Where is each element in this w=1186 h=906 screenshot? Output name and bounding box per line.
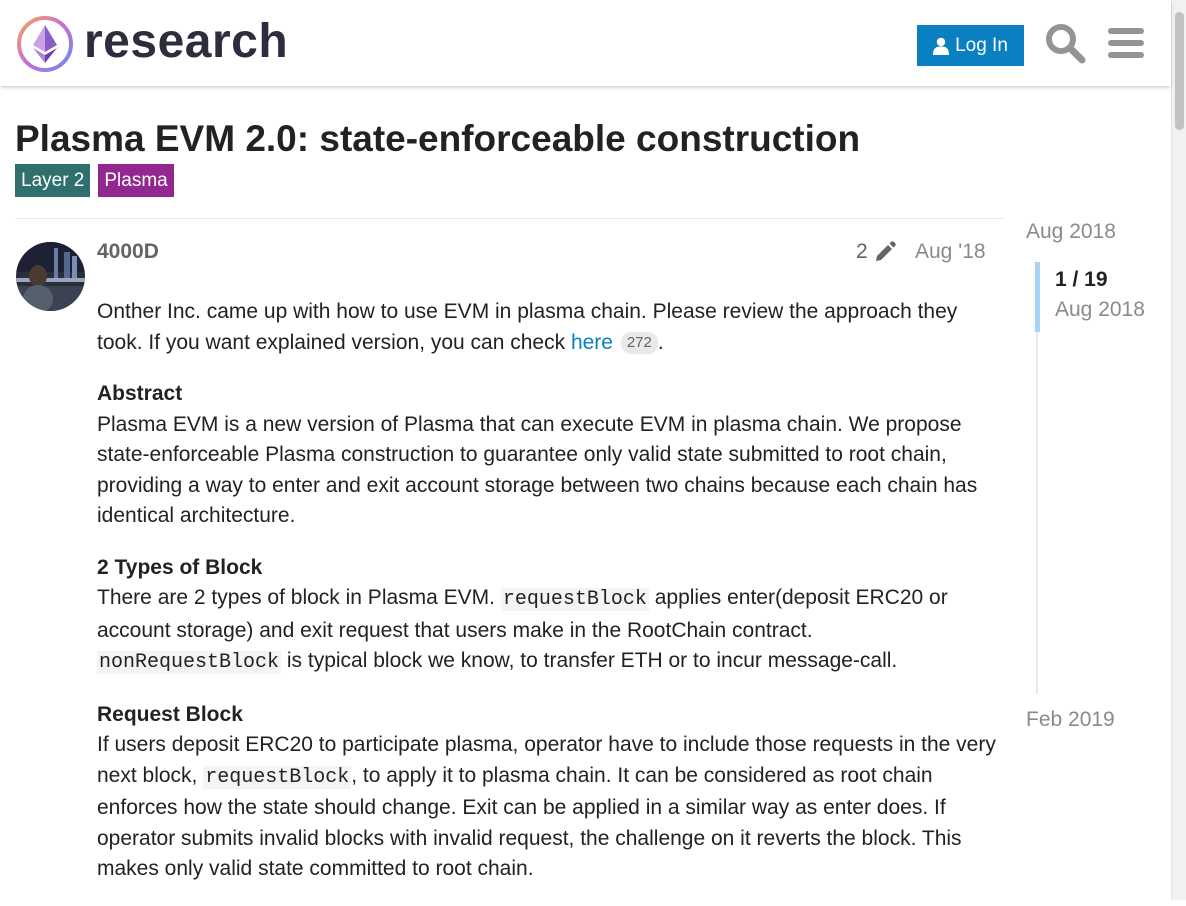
code-request-block: requestBlock [500,588,649,611]
tag-plasma[interactable]: Plasma [98,164,174,197]
timeline-position: 1 / 19 [1055,268,1108,291]
page-scrollbar[interactable] [1171,0,1186,900]
request-block-heading: Request Block [97,702,243,726]
pencil-icon [875,241,896,261]
post-author[interactable]: 4000D [97,240,159,264]
explained-version-link[interactable]: here [571,331,613,354]
request-block-section: Request Block If users deposit ERC20 to … [97,700,997,885]
block-types-section: 2 Types of Block There are 2 types of bl… [97,553,997,679]
link-click-count: 272 [620,331,658,354]
abstract-text: Plasma EVM is a new version of Plasma th… [97,412,978,528]
timeline-handle[interactable] [1035,262,1040,332]
code-non-request-block: nonRequestBlock [97,651,282,674]
intro-paragraph: Onther Inc. came up with how to use EVM … [97,297,997,358]
intro-text: Onther Inc. came up with how to use EVM … [97,300,958,354]
ethereum-logo-icon[interactable] [16,15,74,73]
timeline-start-date[interactable]: Aug 2018 [1026,220,1116,244]
block-types-text-1: There are 2 types of block in Plasma EVM… [97,586,501,609]
title-divider [15,218,1004,219]
code-request-block-2: requestBlock [203,765,352,789]
search-icon[interactable] [1044,22,1086,64]
edit-history[interactable]: 2 [856,240,896,264]
tag-layer-2[interactable]: Layer 2 [15,164,91,197]
block-types-heading: 2 Types of Block [97,555,263,579]
topic-title[interactable]: Plasma EVM 2.0: state-enforceable constr… [15,118,860,160]
hamburger-menu-icon[interactable] [1105,22,1147,64]
topic-tags: Layer 2 Plasma [15,164,174,197]
site-name[interactable]: research [84,14,288,69]
block-types-text-3: is typical block we know, to transfer ET… [281,649,898,672]
avatar-image [16,242,85,311]
edit-count: 2 [856,240,868,263]
login-button[interactable]: Log In [917,25,1024,66]
timeline-end-date[interactable]: Feb 2019 [1026,708,1115,732]
timeline-current-date: Aug 2018 [1055,298,1145,321]
abstract-section: Abstract Plasma EVM is a new version of … [97,379,997,532]
scrollbar-thumb[interactable] [1175,12,1184,130]
user-icon [933,37,950,55]
login-button-label: Log In [955,34,1008,56]
site-header: research Log In [0,0,1171,86]
abstract-heading: Abstract [97,382,183,405]
post-content: Onther Inc. came up with how to use EVM … [97,297,997,906]
post-date[interactable]: Aug '18 [915,240,986,264]
avatar[interactable] [16,242,85,311]
intro-end: . [657,330,664,354]
